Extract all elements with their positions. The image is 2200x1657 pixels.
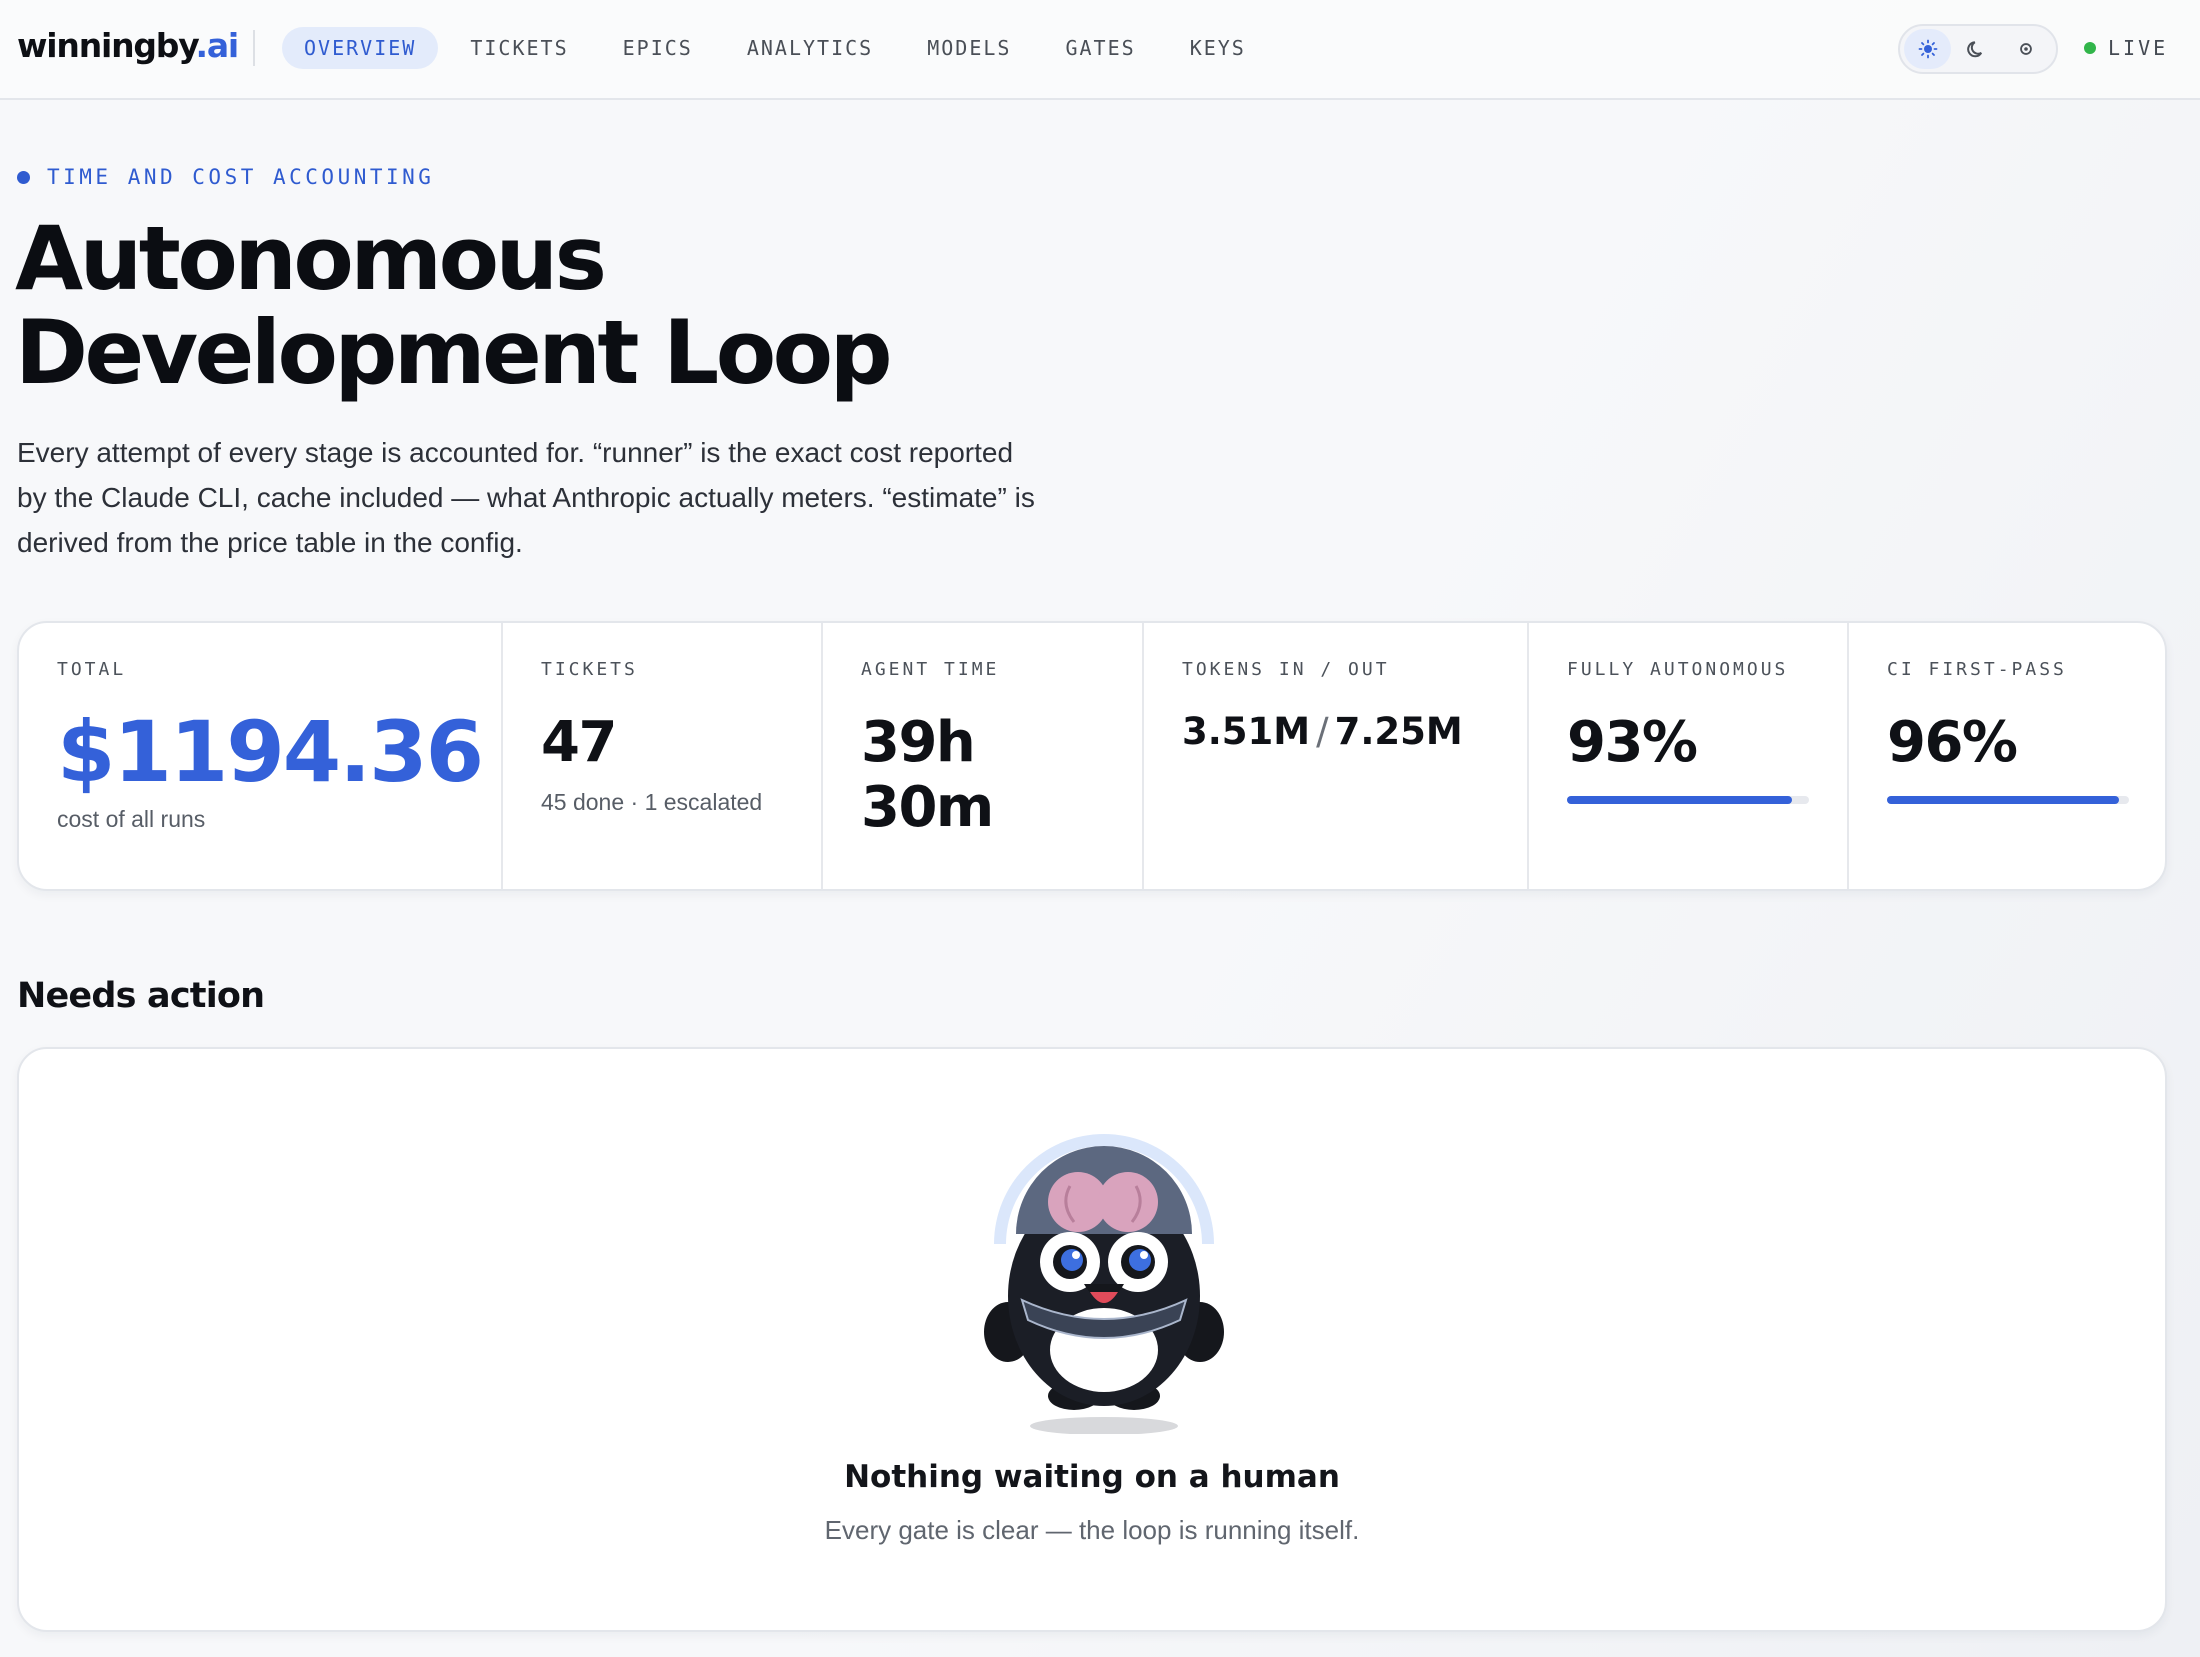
tokens-separator: / bbox=[1316, 710, 1329, 753]
eyebrow-dot bbox=[17, 170, 30, 184]
stat-agent-time-value: 39h 30m bbox=[861, 710, 994, 840]
nav-tab-epics[interactable]: EPICS bbox=[601, 27, 715, 69]
stat-total-label: TOTAL bbox=[57, 659, 127, 680]
stat-ci-first-pass: CI FIRST-PASS 96% bbox=[1849, 623, 2165, 889]
stat-tickets-value: 47 bbox=[541, 710, 617, 775]
live-label: LIVE bbox=[2108, 36, 2169, 60]
autonomous-progress-bar bbox=[1567, 796, 1809, 804]
stat-tickets-sub: 45 done · 1 escalated bbox=[541, 789, 763, 815]
live-status: LIVE bbox=[2084, 36, 2168, 60]
system-theme-button[interactable] bbox=[2003, 29, 2050, 69]
stat-total: TOTAL $1194.36 cost of all runs bbox=[19, 623, 503, 889]
tokens-out: 7.25M bbox=[1334, 710, 1463, 753]
brand-logo[interactable]: winningby.ai bbox=[17, 26, 240, 65]
nav-tab-gates[interactable]: GATES bbox=[1043, 27, 1157, 69]
nav-tab-analytics[interactable]: ANALYTICS bbox=[725, 27, 895, 69]
section-eyebrow: TIME AND COST ACCOUNTING bbox=[17, 165, 434, 189]
page-title: Autonomous Development Loop bbox=[15, 212, 1215, 400]
stat-autonomous-label: FULLY AUTONOMOUS bbox=[1567, 659, 1789, 680]
gear-icon bbox=[2020, 43, 2033, 55]
ci-progress-bar bbox=[1887, 796, 2129, 804]
logo-divider bbox=[253, 30, 255, 66]
page-title-line-1: Autonomous bbox=[15, 207, 607, 310]
top-navigation-bar: winningby.ai OVERVIEW TICKETS EPICS ANAL… bbox=[0, 0, 2200, 100]
theme-switcher bbox=[1898, 24, 2058, 74]
ci-progress-fill bbox=[1887, 796, 2120, 804]
empty-state-title: Nothing waiting on a human bbox=[844, 1459, 1340, 1495]
tokens-in: 3.51M bbox=[1182, 710, 1311, 753]
stats-card: TOTAL $1194.36 cost of all runs TICKETS … bbox=[17, 621, 2167, 891]
nav-tab-overview[interactable]: OVERVIEW bbox=[282, 27, 439, 69]
page-title-line-2: Development Loop bbox=[15, 301, 893, 404]
autonomous-progress-fill bbox=[1567, 796, 1793, 804]
stat-tokens: TOKENS IN / OUT 3.51M/7.25M bbox=[1144, 623, 1529, 889]
eyebrow-text: TIME AND COST ACCOUNTING bbox=[47, 165, 435, 189]
dark-theme-button[interactable] bbox=[1953, 29, 2000, 69]
brand-name: winningby bbox=[17, 26, 197, 65]
stat-agent-time: AGENT TIME 39h 30m bbox=[823, 623, 1144, 889]
stat-ci-label: CI FIRST-PASS bbox=[1887, 659, 2067, 680]
live-indicator-dot bbox=[2084, 42, 2096, 54]
main-nav: OVERVIEW TICKETS EPICS ANALYTICS MODELS … bbox=[282, 27, 1278, 69]
moon-icon bbox=[1967, 41, 1983, 58]
nav-tab-models[interactable]: MODELS bbox=[905, 27, 1033, 69]
stat-tickets: TICKETS 47 45 done · 1 escalated bbox=[503, 623, 823, 889]
stat-tokens-label: TOKENS IN / OUT bbox=[1182, 659, 1390, 680]
nav-tab-keys[interactable]: KEYS bbox=[1168, 27, 1268, 69]
empty-state-subtitle: Every gate is clear — the loop is runnin… bbox=[824, 1515, 1360, 1545]
stat-total-sub: cost of all runs bbox=[57, 806, 206, 832]
brand-accent: .ai bbox=[195, 26, 240, 65]
stat-tokens-value: 3.51M/7.25M bbox=[1182, 710, 1489, 753]
stat-agent-time-label: AGENT TIME bbox=[861, 659, 1000, 680]
sun-icon bbox=[1918, 39, 1938, 59]
stat-autonomous-value: 93% bbox=[1567, 710, 1698, 775]
stat-fully-autonomous: FULLY AUTONOMOUS 93% bbox=[1529, 623, 1849, 889]
robot-mascot-illustration bbox=[984, 1134, 1224, 1434]
page-description: Every attempt of every stage is accounte… bbox=[17, 437, 1035, 558]
needs-action-panel: Nothing waiting on a human Every gate is… bbox=[17, 1047, 2167, 1632]
light-theme-button[interactable] bbox=[1904, 29, 1952, 69]
stat-ci-value: 96% bbox=[1887, 710, 2018, 775]
stat-tickets-label: TICKETS bbox=[541, 659, 638, 680]
stat-total-value: $1194.36 bbox=[57, 703, 484, 801]
nav-tab-tickets[interactable]: TICKETS bbox=[448, 27, 590, 69]
needs-action-heading: Needs action bbox=[17, 976, 265, 1016]
